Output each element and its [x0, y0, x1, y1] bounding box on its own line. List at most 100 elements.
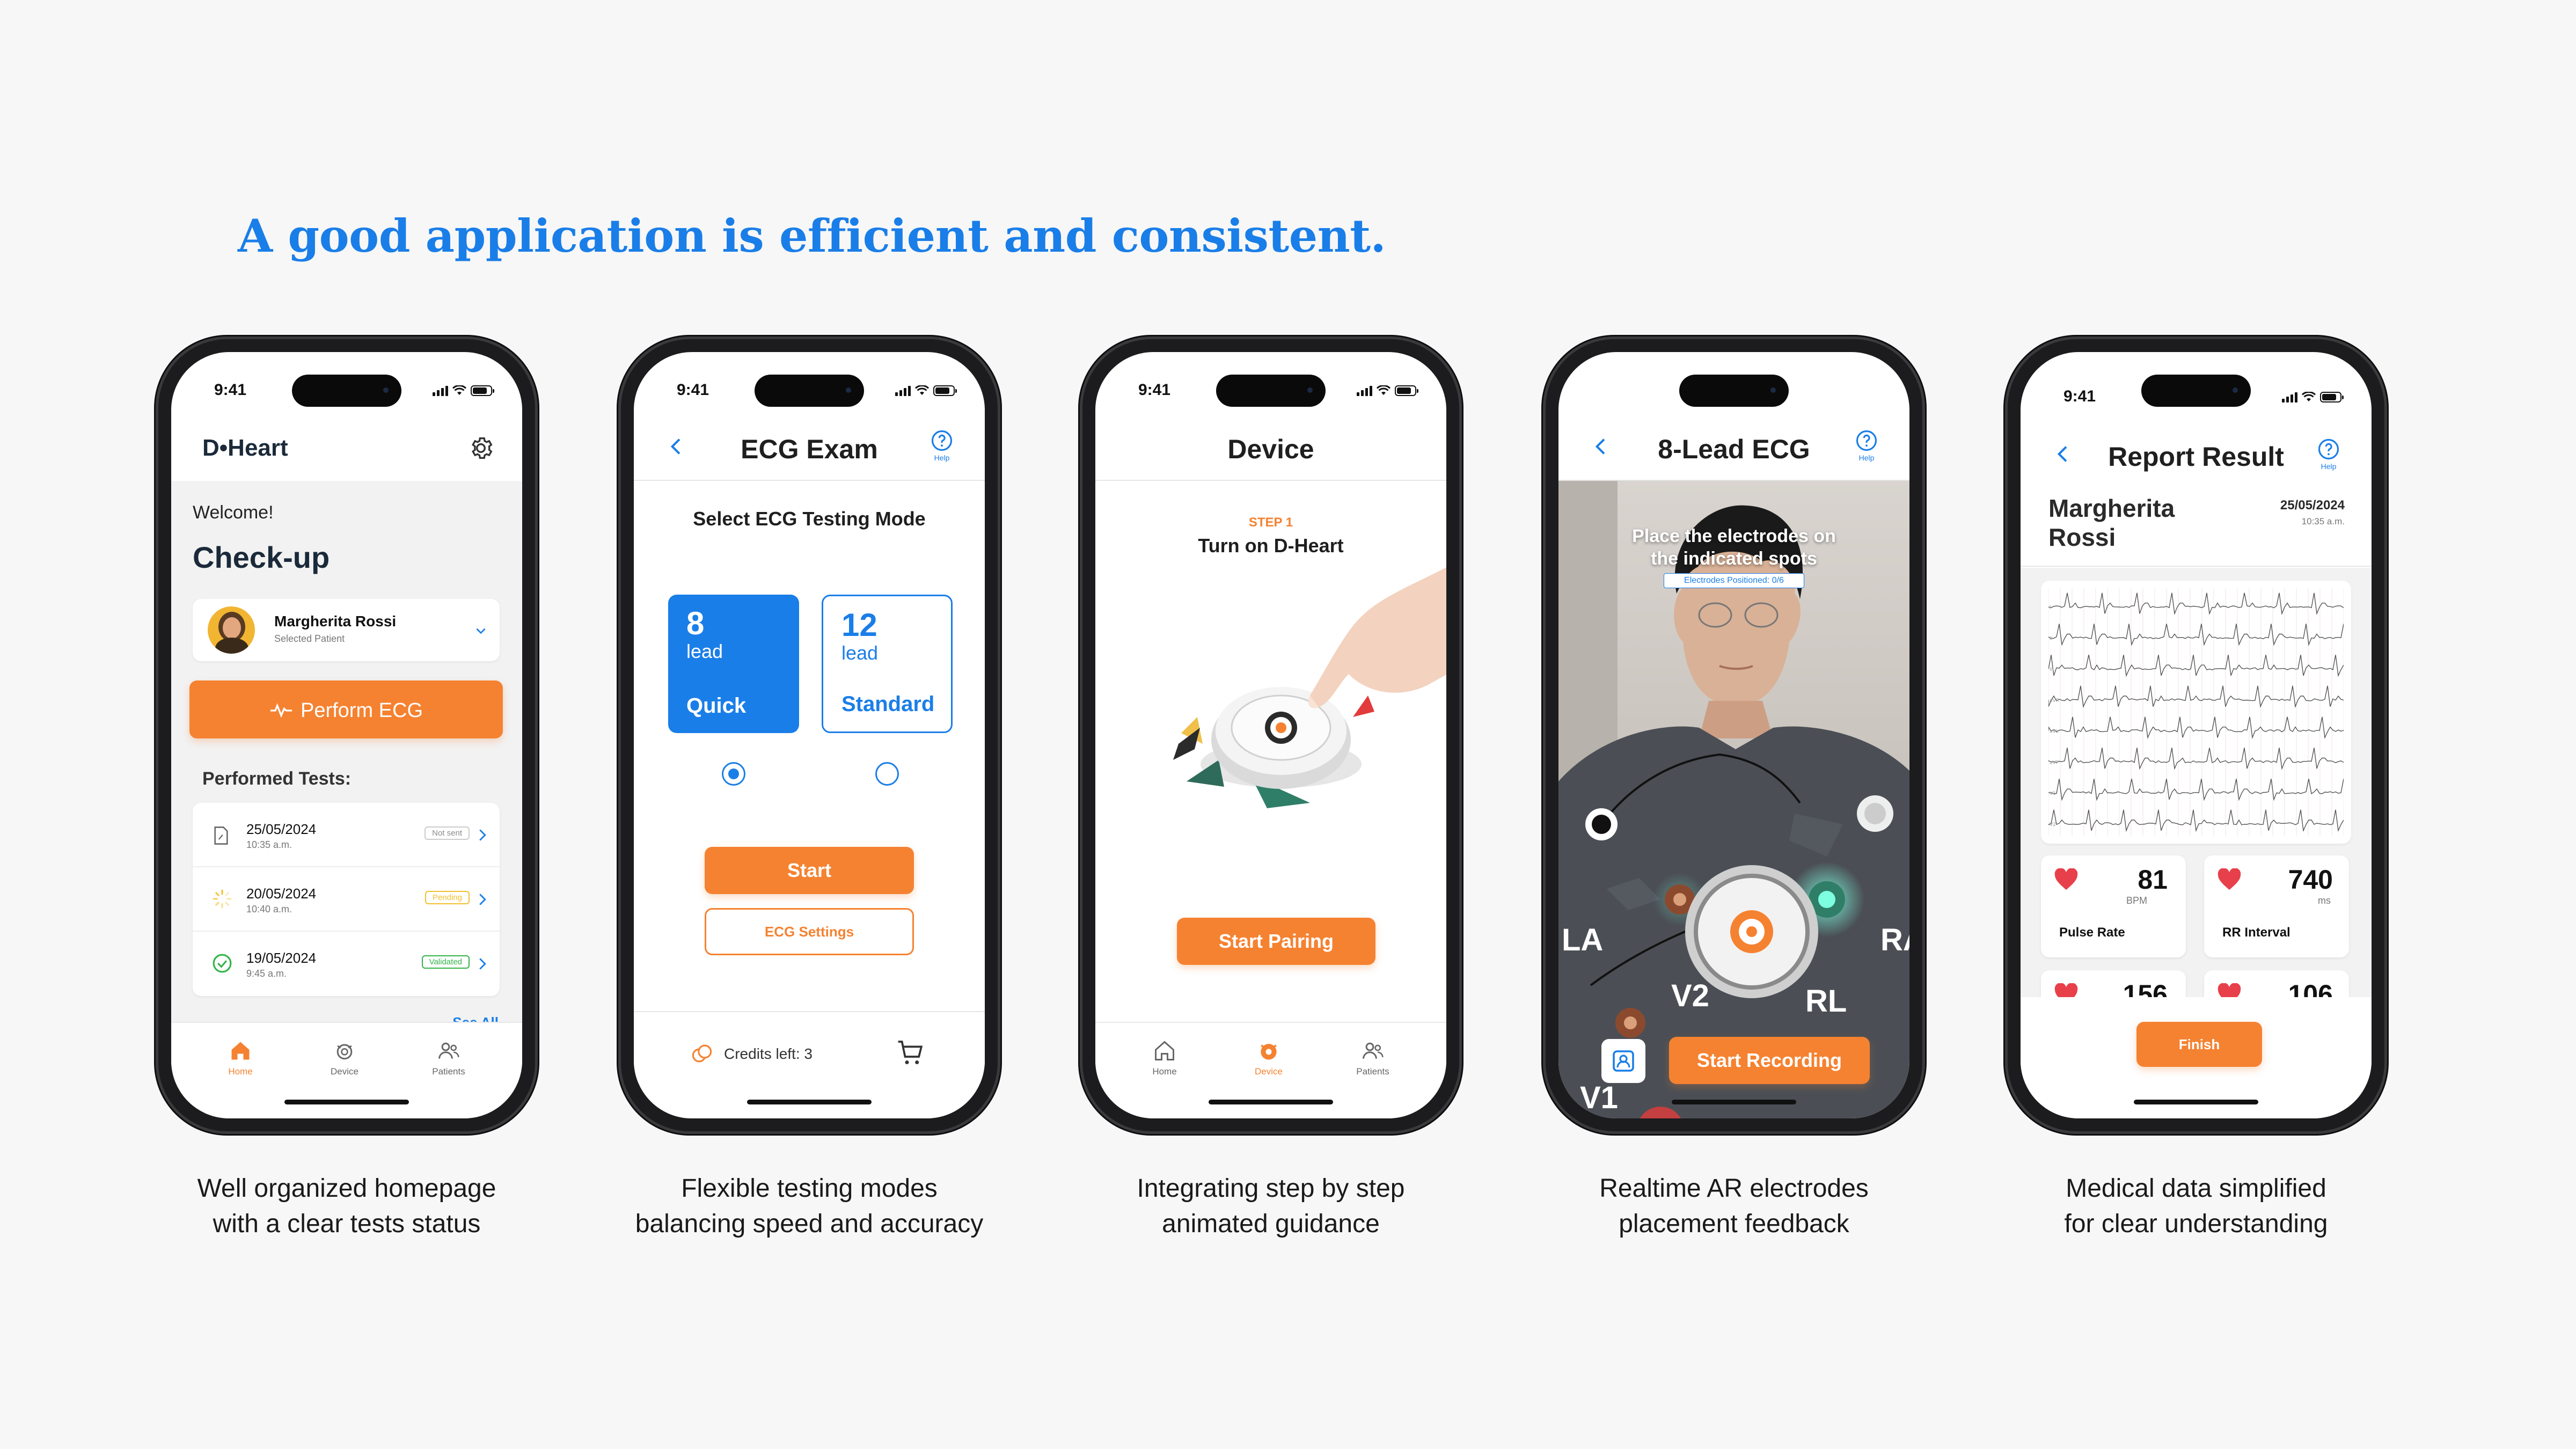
nav-bar: Report Result Help [2021, 422, 2372, 481]
mode-name: Quick [686, 694, 747, 718]
mode-card-8-lead[interactable]: 8 lead Quick [668, 595, 799, 733]
metric-unit: BPM [2126, 895, 2147, 906]
cart-icon[interactable] [896, 1038, 926, 1068]
dynamic-island [1679, 375, 1789, 407]
tab-device[interactable]: Device [310, 1039, 379, 1077]
caption-device: Integrating step by step animated guidan… [1056, 1171, 1485, 1242]
perform-ecg-button[interactable]: Perform ECG [189, 680, 503, 738]
caption-line: Realtime AR electrodes [1599, 1174, 1869, 1203]
phone-home: 9:41 D•Heart Welcome! Check-up Margherit… [158, 339, 535, 1131]
table-row[interactable]: 19/05/2024 9:45 a.m. Validated [193, 932, 500, 996]
home-indicator [747, 1100, 872, 1104]
mode-radio-standard[interactable] [875, 762, 899, 786]
tab-label: Home [1152, 1066, 1177, 1077]
ecg-lead-label: V2 [2050, 822, 2056, 828]
dynamic-island [292, 375, 401, 407]
electrode-label-la: LA [1562, 923, 1604, 957]
ecg-trace-III [2048, 655, 2344, 677]
mode-radio-quick[interactable] [722, 762, 745, 786]
test-time: 9:45 a.m. [246, 968, 287, 979]
mode-card-12-lead[interactable]: 12 lead Standard [822, 595, 953, 733]
electrode-label-v2: V2 [1671, 978, 1709, 1013]
caption-line: balancing speed and accuracy [635, 1210, 984, 1238]
dynamic-island [755, 375, 864, 407]
wifi-icon [452, 385, 466, 395]
signal-icon [895, 384, 911, 396]
caption-line: Integrating step by step [1137, 1174, 1405, 1203]
help-button[interactable]: Help [2312, 438, 2345, 471]
metric-label: Pulse Rate [2059, 925, 2125, 940]
nav-bar: ECG Exam Help [634, 411, 985, 481]
patient-profile-button[interactable] [1601, 1039, 1645, 1083]
tab-device[interactable]: Device [1234, 1039, 1304, 1077]
table-row[interactable]: 20/05/2024 10:40 a.m. Pending [193, 867, 500, 932]
status-time: 9:41 [214, 381, 247, 399]
caption-line: for clear understanding [2064, 1210, 2328, 1238]
status-time: 9:41 [677, 381, 709, 399]
test-time: 10:40 a.m. [246, 904, 292, 914]
metric-label: RR Interval [2222, 925, 2290, 940]
patient-last-name: Rossi [2048, 523, 2116, 551]
chevron-right-icon [479, 829, 486, 841]
home-icon [231, 1042, 250, 1060]
patient-name: Margherita Rossi [274, 613, 397, 630]
perform-ecg-label: Perform ECG [300, 699, 423, 722]
status-badge: Pending [425, 891, 470, 904]
caption-line: animated guidance [1162, 1210, 1380, 1238]
wifi-icon [1377, 385, 1391, 395]
home-indicator [1672, 1100, 1796, 1104]
tab-label: Patients [432, 1066, 465, 1077]
tab-patients[interactable]: Patients [1338, 1039, 1408, 1077]
wifi-icon [2302, 392, 2316, 401]
profile-card-icon [1613, 1050, 1634, 1072]
ecg-lead-label: aVR [2050, 698, 2059, 704]
electrode-label-ra: RA [1880, 923, 1909, 957]
help-icon [2318, 438, 2339, 460]
headline: A good application is efficient and cons… [238, 209, 1386, 262]
status-time: 9:41 [2063, 387, 2096, 405]
table-row[interactable]: 25/05/2024 10:35 a.m. Not sent [193, 803, 500, 867]
ar-instruction: Place the electrodes on the indicated sp… [1558, 525, 1909, 570]
help-button[interactable]: Help [1850, 429, 1883, 462]
ecg-exam-screen: 9:41 ECG Exam Help Select ECG Testing Mo… [634, 352, 985, 1118]
start-pairing-button[interactable]: Start Pairing [1177, 918, 1375, 965]
ecg-strip-card[interactable]: I II III aVR aVL aVF V1 V2 [2041, 581, 2351, 844]
tab-home[interactable]: Home [1130, 1039, 1199, 1077]
caption-line: Well organized homepage [197, 1174, 496, 1203]
status-time: 9:41 [1138, 381, 1171, 399]
step-text: Turn on D-Heart [1198, 535, 1344, 557]
tab-label: Home [228, 1066, 253, 1077]
patient-subtitle: Selected Patient [274, 633, 345, 644]
test-date: 25/05/2024 [246, 821, 317, 837]
tab-patients[interactable]: Patients [414, 1039, 484, 1077]
chevron-down-icon [476, 628, 486, 634]
help-button[interactable]: Help [926, 429, 958, 462]
electrodes-progress: Electrodes Positioned: 0/6 [1664, 573, 1804, 588]
tests-list: 25/05/2024 10:35 a.m. Not sent 20/05/202… [193, 803, 500, 996]
caption-report: Medical data simplified for clear unders… [1981, 1171, 2411, 1242]
metric-value: 81 [2138, 865, 2168, 895]
test-date: 20/05/2024 [246, 885, 317, 902]
help-icon [1856, 430, 1877, 451]
report-screen: 9:41 Report Result Help Margherita Rossi… [2021, 352, 2372, 1118]
start-recording-button[interactable]: Start Recording [1669, 1037, 1870, 1084]
ecg-settings-button[interactable]: ECG Settings [705, 908, 914, 955]
tab-home[interactable]: Home [206, 1039, 275, 1077]
test-time: 10:35 a.m. [246, 839, 292, 850]
instruction-line: Place the electrodes on [1632, 526, 1836, 546]
ecg-trace-I [2048, 592, 2344, 616]
step-label: STEP 1 [1248, 515, 1293, 530]
help-label: Help [2321, 462, 2337, 471]
patient-selector[interactable]: Margherita Rossi Selected Patient [193, 599, 500, 661]
start-button[interactable]: Start [705, 847, 914, 894]
settings-gear-icon[interactable] [467, 435, 494, 462]
patient-first-name: Margherita [2048, 494, 2175, 522]
finish-button[interactable]: Finish [2136, 1022, 2262, 1067]
mode-unit: lead [686, 640, 723, 662]
caption-line: placement feedback [1619, 1210, 1849, 1238]
instruction-line: the indicated spots [1651, 548, 1817, 569]
home-screen: 9:41 D•Heart Welcome! Check-up Margherit… [171, 352, 522, 1118]
caption-line: Flexible testing modes [681, 1174, 938, 1203]
ecg-trace-aVF [2048, 748, 2344, 770]
home-icon [1155, 1041, 1174, 1060]
